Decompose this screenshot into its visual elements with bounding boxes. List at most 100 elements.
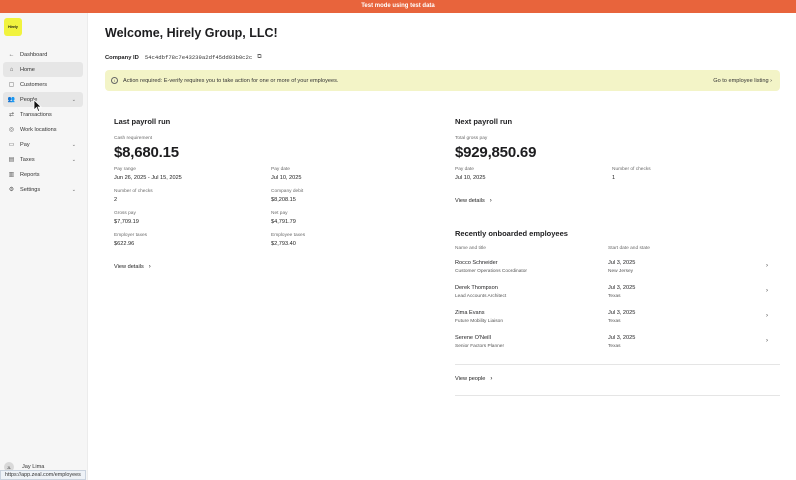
divider: [455, 395, 780, 396]
pay-date-label: Pay date: [271, 167, 290, 172]
sidebar-item-customers[interactable]: ▢ Customers: [3, 77, 83, 92]
sidebar-item-settings[interactable]: ⚙ Settings ⌄: [3, 182, 83, 197]
gross-pay-label: Gross pay: [114, 211, 136, 216]
transactions-icon: ⇄: [8, 112, 15, 118]
employee-start-date: Jul 3, 2025: [608, 260, 636, 266]
employee-row[interactable]: Zima Evans Future Mobility Liaison Jul 3…: [455, 310, 780, 335]
net-pay-value: $4,791.79: [271, 219, 296, 225]
employee-start-date: Jul 3, 2025: [608, 310, 636, 316]
employee-name: Serene O'Neill: [455, 335, 491, 341]
copy-icon[interactable]: ⧉: [257, 54, 261, 61]
home-icon: ⌂: [9, 66, 14, 73]
alert-message: Action required: E-verify requires you t…: [123, 77, 339, 84]
total-gross-pay-value: $929,850.69: [455, 144, 537, 161]
employer-taxes-label: Employer taxes: [114, 233, 148, 238]
pay-range-value: Jun 26, 2025 - Jul 15, 2025: [114, 175, 182, 181]
sidebar-item-pay[interactable]: ▭ Pay ⌄: [3, 137, 83, 152]
mouse-cursor-icon: [33, 99, 42, 113]
next-payroll-view-details-link[interactable]: View details ›: [455, 198, 492, 204]
sidebar-item-dashboard[interactable]: ← Dashboard: [3, 47, 83, 62]
sidebar-item-label: Reports: [20, 171, 40, 178]
next-payroll-card: Next payroll run Total gross pay $929,85…: [455, 117, 780, 204]
chevron-right-icon: ›: [489, 198, 492, 204]
cash-requirement-value: $8,680.15: [114, 144, 179, 161]
sidebar-item-label: Settings: [20, 186, 41, 193]
status-bar-url: https://app.zeal.com/employees: [0, 470, 86, 480]
chevron-right-icon: ›: [766, 338, 768, 344]
sidebar-nav: ← Dashboard ⌂ Home ▢ Customers 👥 People ⌄ ⇄ Tr…: [3, 47, 83, 197]
chevron-down-icon: ⌄: [71, 96, 76, 103]
employee-title: Lead Accounts Architect: [455, 294, 507, 299]
page-title: Welcome, Hirely Group, LLC!: [105, 26, 278, 40]
pay-icon: ▭: [8, 142, 15, 148]
employee-taxes-value: $2,793.40: [271, 241, 296, 247]
employee-row[interactable]: Derek Thompson Lead Accounts Architect J…: [455, 285, 780, 310]
everify-alert: i Action required: E-verify requires you…: [105, 70, 780, 91]
last-payroll-title: Last payroll run: [114, 117, 171, 126]
chevron-down-icon: ⌄: [71, 186, 76, 193]
people-icon: 👥: [7, 97, 16, 103]
chevron-right-icon: ›: [148, 264, 151, 270]
employee-name: Rocco Schneider: [455, 260, 498, 266]
location-icon: ◎: [8, 127, 15, 133]
sidebar: Hirely ← Dashboard ⌂ Home ▢ Customers 👥 Peop…: [0, 13, 88, 480]
employee-state: Texas: [608, 319, 621, 324]
cash-requirement-label: Cash requirement: [114, 136, 153, 141]
start-date-header: Start date and state: [608, 246, 650, 251]
recent-employees-card: Recently onboarded employees Name and ti…: [455, 229, 780, 399]
sidebar-item-label: Pay: [20, 141, 30, 148]
test-mode-banner: Test mode using test data: [0, 0, 796, 13]
employee-taxes-label: Employee taxes: [271, 233, 306, 238]
pay-range-label: Pay range: [114, 167, 136, 172]
name-and-title-header: Name and title: [455, 246, 486, 251]
sidebar-item-label: Taxes: [20, 156, 35, 163]
chevron-right-icon: ›: [490, 376, 493, 382]
employee-start-date: Jul 3, 2025: [608, 335, 636, 341]
sidebar-item-taxes[interactable]: ▤ Taxes ⌄: [3, 152, 83, 167]
next-pay-date-value: Jul 10, 2025: [455, 175, 486, 181]
total-gross-pay-label: Total gross pay: [455, 136, 488, 141]
company-debit-value: $8,208.15: [271, 197, 296, 203]
chevron-right-icon: ›: [766, 313, 768, 319]
brand-logo[interactable]: Hirely: [4, 18, 22, 36]
employee-name: Derek Thompson: [455, 285, 498, 291]
employer-taxes-value: $622.96: [114, 241, 135, 247]
employee-name: Zima Evans: [455, 310, 485, 316]
customers-icon: ▢: [8, 82, 15, 88]
employee-start-date: Jul 3, 2025: [608, 285, 636, 291]
employee-title: Future Mobility Liaison: [455, 319, 503, 324]
checks-label: Number of checks: [114, 189, 153, 194]
go-to-employee-listing-link[interactable]: Go to employee listing ›: [713, 78, 772, 84]
sidebar-item-work-locations[interactable]: ◎ Work locations: [3, 122, 83, 137]
employee-row[interactable]: Rocco Schneider Customer Operations Coor…: [455, 260, 780, 285]
checks-value: 2: [114, 197, 118, 203]
sidebar-item-people[interactable]: 👥 People ⌄: [3, 92, 83, 107]
chevron-down-icon: ⌄: [71, 156, 76, 163]
employee-state: Texas: [608, 344, 621, 349]
chevron-right-icon: ›: [766, 263, 768, 269]
back-arrow-icon: ←: [8, 51, 15, 58]
next-checks-label: Number of checks: [612, 167, 651, 172]
sidebar-item-label: Home: [20, 66, 35, 73]
sidebar-item-transactions[interactable]: ⇄ Transactions: [3, 107, 83, 122]
company-debit-label: Company debit: [271, 189, 304, 194]
recent-employees-title: Recently onboarded employees: [455, 229, 568, 238]
sidebar-item-home[interactable]: ⌂ Home: [3, 62, 83, 77]
sidebar-item-label: Dashboard: [20, 51, 48, 58]
company-id: Company ID 54c4dbf78c7e43239a2df45dd03b0…: [105, 54, 262, 61]
settings-icon: ⚙: [8, 187, 15, 193]
employee-state: New Jersey: [608, 269, 634, 274]
company-id-value: 54c4dbf78c7e43239a2df45dd03b0c2c: [144, 54, 253, 61]
next-payroll-title: Next payroll run: [455, 117, 513, 126]
sidebar-item-label: Customers: [20, 81, 48, 88]
last-payroll-view-details-link[interactable]: View details ›: [114, 264, 151, 270]
net-pay-label: Net pay: [271, 211, 288, 216]
sidebar-item-reports[interactable]: ▥ Reports: [3, 167, 83, 182]
sidebar-item-label: Work locations: [20, 126, 57, 133]
view-people-link[interactable]: View people ›: [455, 376, 492, 382]
last-payroll-card: Last payroll run Cash requirement $8,680…: [114, 117, 414, 270]
employee-state: Texas: [608, 294, 621, 299]
chevron-down-icon: ⌄: [71, 141, 76, 148]
taxes-icon: ▤: [8, 157, 15, 163]
employee-row[interactable]: Serene O'Neill Senior Factors Planner Ju…: [455, 335, 780, 360]
